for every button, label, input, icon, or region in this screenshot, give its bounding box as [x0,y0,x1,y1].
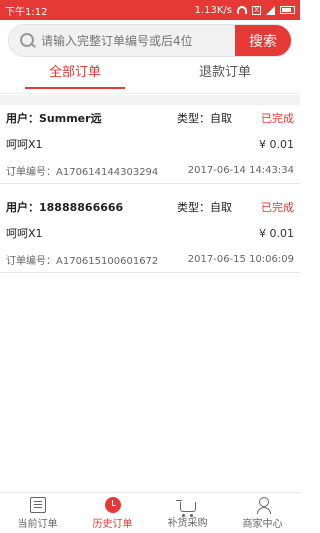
search-button[interactable]: 搜索 [235,25,291,56]
user-icon [255,496,271,514]
order-card[interactable]: 用户：Summer远 类型：自取 已完成 呵呵X1 ¥ 0.01 订单编号：A1… [0,105,300,184]
order-item: 呵呵X1 [6,138,43,151]
order-item: 呵呵X1 [6,227,43,240]
nav-history-orders[interactable]: 历史订单 [75,493,150,533]
search-icon [17,31,37,51]
nav-label: 当前订单 [17,518,58,530]
order-status: 已完成 [261,201,294,214]
order-tabs: 全部订单 退款订单 [0,60,300,94]
close-box-icon: X [252,5,261,15]
clock-icon [104,496,121,513]
order-card[interactable]: 用户：18888866666 类型：自取 已完成 呵呵X1 ¥ 0.01 订单编… [0,194,300,273]
status-time: 下午1:12 [5,6,48,18]
nav-restock-purchase[interactable]: 补货采购 [150,493,225,533]
type-value: 自取 [210,112,232,125]
nav-current-orders[interactable]: 当前订单 [0,493,75,533]
order-number: A170614144303294 [56,166,159,178]
nav-merchant-center[interactable]: 商家中心 [225,493,300,533]
document-icon [29,496,46,513]
order-price: ¥ 0.01 [259,137,294,151]
order-number-label: 订单编号： [6,255,56,267]
tab-refund-orders[interactable]: 退款订单 [150,60,300,93]
signal-icon [266,5,275,15]
nav-label: 商家中心 [242,518,283,530]
user-label: 用户： [6,201,39,214]
user-label: 用户： [6,112,39,125]
order-price: ¥ 0.01 [259,226,294,240]
user-name: Summer远 [39,112,102,125]
order-status: 已完成 [261,112,294,125]
section-divider [0,95,300,105]
status-bar: 下午1:12 1.13K/s X [0,0,300,20]
cart-icon [175,499,196,517]
tab-all-orders[interactable]: 全部订单 [0,60,150,93]
battery-icon [280,6,295,14]
order-datetime: 2017-06-14 14:43:34 [187,164,294,176]
type-label: 类型： [177,112,210,125]
search-bar: 搜索 [8,24,292,57]
bottom-nav: 当前订单 历史订单 补货采购 商家中心 [0,492,300,533]
order-separator [0,183,300,184]
type-label: 类型： [177,201,210,214]
order-number: A170615100601672 [56,255,159,267]
order-datetime: 2017-06-15 10:06:09 [187,253,294,265]
nav-label: 历史订单 [92,518,133,530]
wifi-icon [237,6,247,14]
user-name: 18888866666 [39,201,124,214]
type-value: 自取 [210,201,232,214]
order-number-label: 订单编号： [6,166,56,178]
nav-label: 补货采购 [167,517,208,529]
network-speed: 1.13K/s [194,4,232,16]
order-separator [0,272,300,273]
search-input[interactable] [37,33,235,48]
